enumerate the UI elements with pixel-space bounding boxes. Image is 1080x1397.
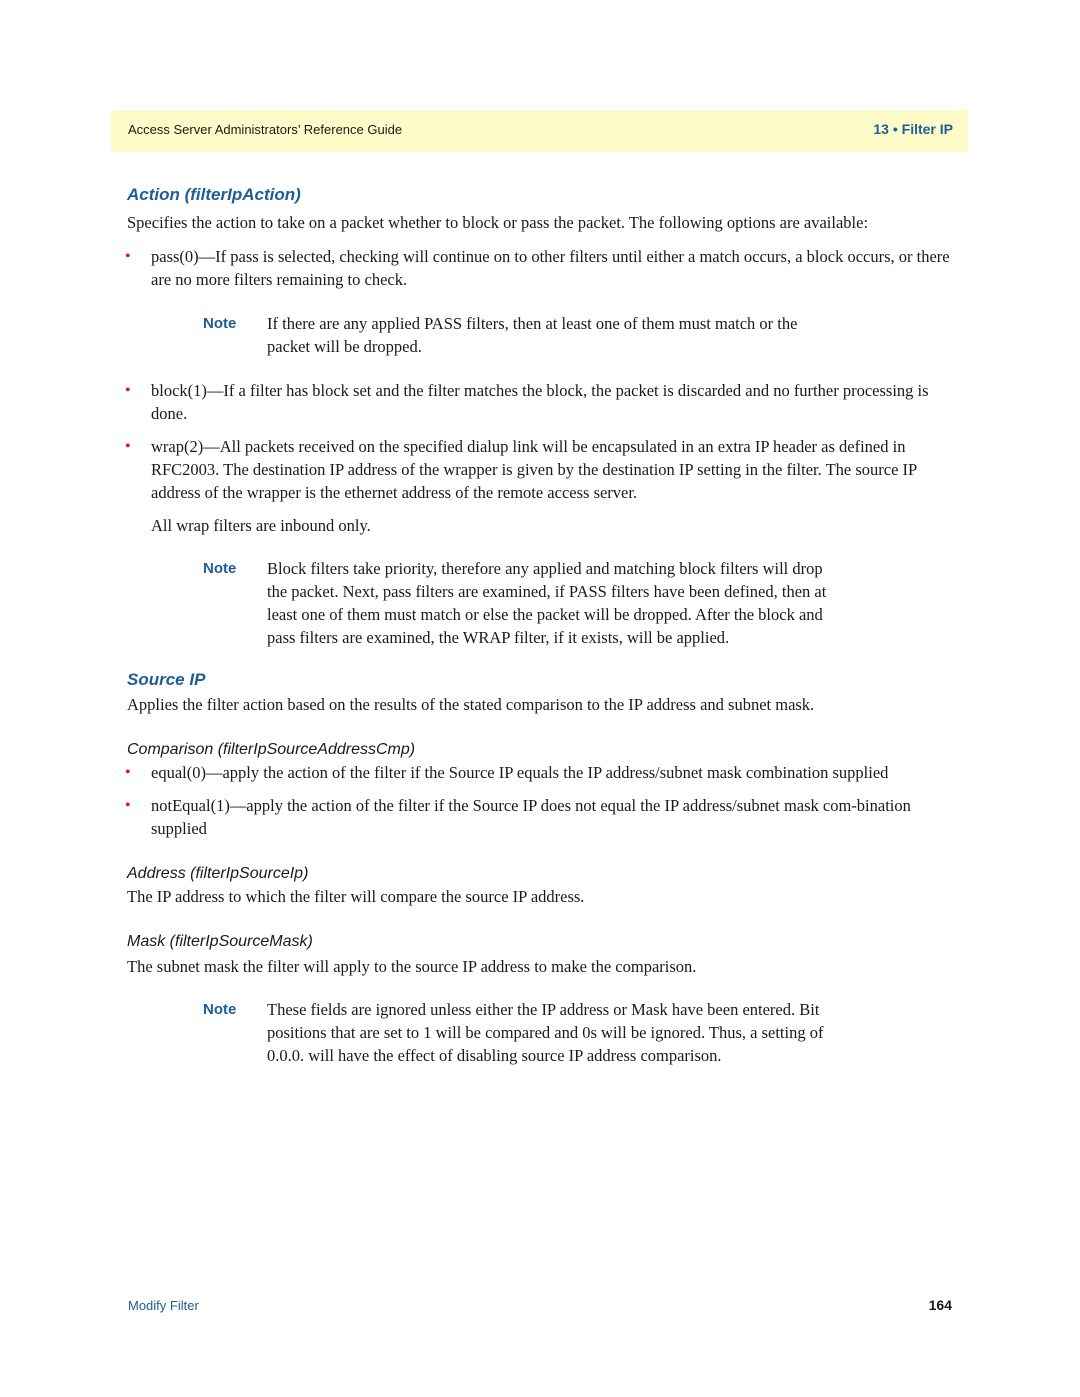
list-item: • wrap(2)—All packets received on the sp… — [125, 435, 962, 504]
subheading-mask: Mask (filterIpSourceMask) — [127, 933, 313, 950]
list-item: • block(1)—If a filter has block set and… — [125, 379, 962, 425]
list-item: • pass(0)—If pass is selected, checking … — [125, 245, 962, 291]
bullet-icon: • — [125, 382, 131, 399]
address-description: The IP address to which the filter will … — [127, 887, 585, 906]
option-not-equal: notEqual(1)—apply the action of the filt… — [151, 796, 911, 838]
note-filter-priority: Note Block filters take priority, theref… — [127, 557, 837, 649]
bullet-icon: • — [125, 797, 131, 814]
option-wrap: wrap(2)—All packets received on the spec… — [151, 437, 917, 502]
option-equal: equal(0)—apply the action of the filter … — [151, 763, 889, 782]
note-ignored-fields: Note These fields are ignored unless eit… — [127, 998, 837, 1067]
list-item: • notEqual(1)—apply the action of the fi… — [125, 794, 962, 840]
page-content: Action (filterIpAction) Specifies the ac… — [125, 183, 962, 1067]
option-pass: pass(0)—If pass is selected, checking wi… — [151, 247, 950, 289]
subheading-comparison: Comparison (filterIpSourceAddressCmp) — [127, 741, 416, 758]
option-block: block(1)—If a filter has block set and t… — [151, 381, 929, 423]
list-item: • equal(0)—apply the action of the filte… — [125, 761, 962, 784]
mask-description: The subnet mask the filter will apply to… — [127, 957, 697, 976]
note-text: If there are any applied PASS filters, t… — [267, 314, 798, 356]
page-number: 164 — [928, 1297, 952, 1313]
footer-section-name: Modify Filter — [128, 1298, 199, 1313]
note-label: Note — [203, 1001, 237, 1018]
note-text: Block filters take priority, therefore a… — [267, 559, 827, 647]
chapter-title: 13 • Filter IP — [873, 121, 953, 137]
running-header: Access Server Administrators’ Reference … — [111, 110, 968, 152]
note-text: These fields are ignored unless either t… — [267, 1000, 824, 1065]
note-label: Note — [203, 315, 237, 332]
source-ip-intro: Applies the filter action based on the r… — [127, 695, 815, 714]
bullet-icon: • — [125, 438, 131, 455]
note-label: Note — [203, 560, 237, 577]
note-pass-filters: Note If there are any applied PASS filte… — [127, 312, 837, 358]
guide-title: Access Server Administrators’ Reference … — [128, 122, 403, 137]
bullet-icon: • — [125, 764, 131, 781]
wrap-followup: All wrap filters are inbound only. — [151, 516, 371, 535]
bullet-icon: • — [125, 248, 131, 265]
action-intro: Specifies the action to take on a packet… — [127, 213, 869, 232]
section-heading-action: Action (filterIpAction) — [127, 185, 301, 204]
section-heading-source-ip: Source IP — [127, 670, 206, 689]
subheading-address: Address (filterIpSourceIp) — [127, 865, 309, 882]
